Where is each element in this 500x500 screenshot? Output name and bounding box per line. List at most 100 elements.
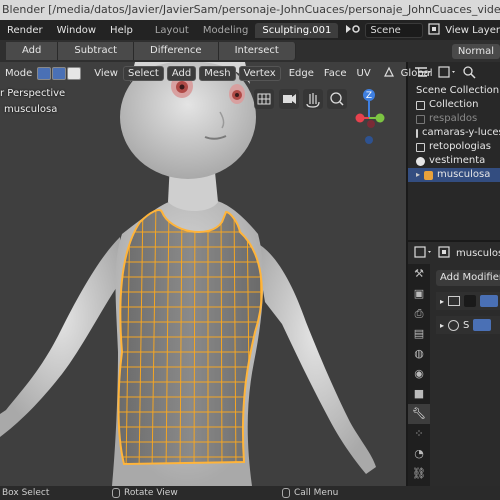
mouse-icon [112,488,120,498]
checkbox-icon[interactable] [416,142,425,152]
mode-selector[interactable]: Mode [0,68,37,79]
neg-z-axis-handle[interactable] [365,136,373,144]
expand-arrow-icon[interactable]: ▸ [440,321,444,330]
mesh-object-icon [424,170,434,180]
workspace-tabs: Layout Modeling Sculpting.001 [148,22,339,38]
viewport-header: Mode View Select Add Mesh Vertex Edge Fa… [0,62,433,84]
outliner-row-label: respaldos [429,113,478,124]
orientation-selector[interactable]: Global [396,68,438,79]
tab-render-icon[interactable]: ▣ [408,284,430,304]
outliner-row-label: vestimenta [429,155,486,166]
properties-object-name: musculosa [456,247,500,259]
z-axis-label: Z [366,91,372,101]
tab-modifier-wrench-icon[interactable]: 🔧︎ [408,404,430,424]
checkbox-icon[interactable] [416,128,418,138]
outliner-row-scene-collection[interactable]: Scene Collection [408,84,500,98]
modifier-2-header[interactable]: ▸ S [436,316,500,334]
add-modifier-button[interactable]: Add Modifier [436,270,500,286]
checkbox-icon[interactable] [416,100,425,110]
window-title: Blender [/media/datos/Javier/JavierSam/p… [2,3,500,16]
menu-vertex[interactable]: Vertex [238,65,281,81]
menu-uv[interactable]: UV [352,68,376,79]
face-select-icon[interactable] [67,66,82,80]
realtime-toggle-icon[interactable] [473,319,492,331]
properties-header: musculosa [408,242,500,264]
menu-face[interactable]: Face [319,68,352,79]
view-name-label: r Perspective [0,88,66,99]
transform-orientation-icon[interactable] [382,65,396,82]
select-mode-icons[interactable] [37,66,82,80]
tab-particles-icon[interactable]: ⁘ [408,424,430,444]
modifier-name[interactable]: S [463,320,469,331]
active-object-label: musculosa [4,104,58,115]
scene-icon[interactable] [344,22,362,39]
menu-view[interactable]: View [89,68,123,79]
menu-edge[interactable]: Edge [284,68,319,79]
tab-sculpting[interactable]: Sculpting.001 [255,22,339,38]
menu-window[interactable]: Window [50,25,103,36]
edge-select-icon[interactable] [52,66,67,80]
window-title-bar: Blender [/media/datos/Javier/JavierSam/p… [0,0,500,20]
properties-editor-icon[interactable] [414,245,432,261]
scene-selector[interactable]: Scene [365,22,424,38]
properties-panel: musculosa ⚒ ▣ ⎙ ▤ ◍ ◉ ■ 🔧︎ ⁘ ◔ ⛓︎ Add Mo… [406,240,500,486]
menu-select[interactable]: Select [122,65,164,81]
tab-modeling[interactable]: Modeling [196,23,256,38]
vertex-select-icon[interactable] [37,66,52,80]
display-mode-icon[interactable] [438,65,456,81]
tab-output-icon[interactable]: ⎙ [408,304,430,324]
collection-white-icon [416,156,425,166]
tab-tool-icon[interactable]: ⚒ [408,264,430,284]
mouse-icon [282,488,290,498]
checkbox-icon[interactable] [416,114,425,124]
properties-tab-strip: ⚒ ▣ ⎙ ▤ ◍ ◉ ■ 🔧︎ ⁘ ◔ ⛓︎ [408,264,430,486]
status-call-menu: Call Menu [282,488,338,498]
status-label: Box Select [2,488,50,498]
top-menubar: Render Window Help Layout Modeling Sculp… [0,20,500,40]
modifier-icon [448,296,461,306]
outliner-row-respaldos[interactable]: respaldos [408,112,500,126]
x-axis-handle[interactable] [355,113,365,123]
modifier-1-header[interactable]: ▸ [436,292,500,310]
tool-settings-row: Add Subtract Difference Intersect Normal [0,40,500,62]
difference-button[interactable]: Difference [134,42,219,60]
status-label: Call Menu [294,488,339,498]
tab-physics-icon[interactable]: ◔ [408,444,430,464]
outliner-row-retopologias[interactable]: retopologias [408,140,500,154]
outliner-row-musculosa[interactable]: ▸ musculosa [408,168,500,182]
object-data-icon [438,245,450,261]
tab-object-icon[interactable]: ■ [408,384,430,404]
menu-add[interactable]: Add [166,65,197,81]
outliner-panel: Scene Collection Collection respaldos ca… [406,62,500,240]
outliner-row-camaras-y-luces[interactable]: camaras-y-luces [408,126,500,140]
realtime-toggle-icon[interactable] [480,295,499,307]
tab-constraints-icon[interactable]: ⛓︎ [408,464,430,484]
outliner-row-label: musculosa [437,169,491,180]
menu-help[interactable]: Help [103,25,140,36]
navigation-gizmo[interactable]: Z [338,86,400,148]
modifier-icon [448,319,460,331]
expand-arrow-icon[interactable]: ▸ [416,168,420,182]
view-layer-selector[interactable]: View Layer [445,25,500,36]
add-button[interactable]: Add [6,42,59,60]
menu-render[interactable]: Render [0,25,50,36]
tab-view-layer-icon[interactable]: ▤ [408,324,430,344]
neg-x-axis-handle[interactable] [367,120,375,128]
tab-world-icon[interactable]: ◉ [408,364,430,384]
tab-layout[interactable]: Layout [148,23,196,38]
expand-arrow-icon[interactable]: ▸ [440,297,444,306]
view-layer-icon[interactable] [427,22,441,39]
status-rotate-view: Rotate View [112,488,282,498]
normal-dropdown[interactable]: Normal [451,43,500,59]
intersect-button[interactable]: Intersect [218,42,296,60]
tab-scene-icon[interactable]: ◍ [408,344,430,364]
subtract-button[interactable]: Subtract [58,42,134,60]
outliner-search-icon[interactable] [462,65,476,82]
outliner-row-label: Scene Collection [416,85,500,96]
y-axis-handle[interactable] [375,113,385,123]
outliner-row-collection[interactable]: Collection [408,98,500,112]
status-label: Rotate View [124,488,178,498]
status-box-select: Box Select [2,488,112,498]
menu-mesh[interactable]: Mesh [199,65,236,81]
outliner-row-vestimenta[interactable]: vestimenta [408,154,500,168]
